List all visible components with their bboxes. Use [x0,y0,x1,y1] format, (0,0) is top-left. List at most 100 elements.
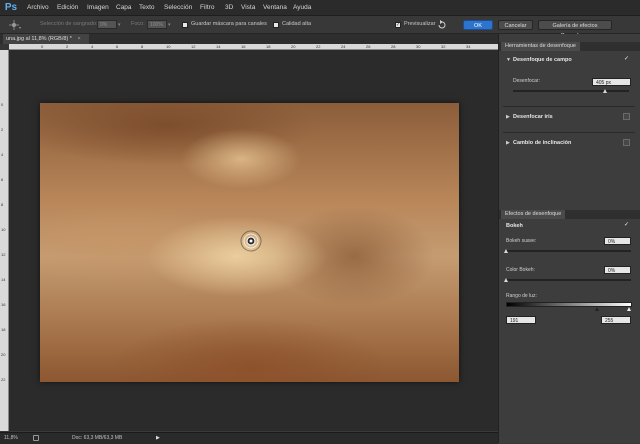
close-icon[interactable]: × [77,36,80,42]
ruler-tick-label: 6 [1,177,4,182]
menu-capa[interactable]: Capa [116,0,132,15]
blur-amount-label: Desenfocar: [513,78,540,84]
ruler-tick-label: 12 [1,252,6,257]
color-bokeh-label: Color Bokeh: [506,267,535,273]
expand-triangle-icon[interactable]: ▶ [506,113,510,121]
save-mask-label: Guardar máscara para canales [191,21,267,27]
ruler-tick-label: 16 [241,44,246,49]
ruler-tick-label: 14 [216,44,221,49]
tab-blur-effects[interactable]: Efectos de desenfoque [501,210,566,219]
field-blur-checkbox[interactable]: ✓ [623,56,630,63]
ruler-tick-label: 10 [166,44,171,49]
zoom-level[interactable]: 11,8% [4,433,18,444]
ruler-tick-label: 2 [1,127,4,132]
ruler-tick-label: 20 [291,44,296,49]
ruler-tick-label: 8 [141,44,144,49]
light-range-min-field[interactable]: 191 [506,316,536,324]
cancel-button[interactable]: Cancelar [498,20,533,30]
expand-triangle-icon[interactable]: ▼ [506,56,511,64]
ruler-tick-label: 34 [466,44,471,49]
light-range-min-knob[interactable] [595,307,599,311]
preview-checkbox[interactable]: ✓ [395,22,401,28]
ruler-tick-label: 0 [41,44,44,49]
ok-button[interactable]: OK [463,20,493,30]
expand-triangle-icon[interactable]: ▶ [506,139,510,147]
status-menu-arrow[interactable]: ▶ [156,433,160,444]
document-tab-label: una.jpg al 11,8% (RGB/8) * [6,36,72,42]
save-mask-checkbox[interactable] [182,22,188,28]
doc-size: Doc: 63,3 MB/63,3 MB [72,435,123,441]
light-range-max-field[interactable]: 255 [601,316,631,324]
field-blur-title: Desenfoque de campo [513,57,572,63]
ruler-tick-label: 28 [391,44,396,49]
ruler-tick-label: 16 [1,302,6,307]
focus-field[interactable]: 100% [147,20,167,29]
ruler-tick-label: 0 [1,102,4,107]
color-bokeh-slider-knob[interactable] [504,278,508,282]
blur-gallery-button[interactable]: Galería de efectos Desenfocar [538,20,612,39]
vertical-ruler: 0 2 4 6 8 10 12 14 16 18 20 22 [0,50,9,431]
ruler-tick-label: 8 [1,202,4,207]
tilt-shift-checkbox[interactable] [623,139,630,146]
light-bokeh-field[interactable]: 0% [604,237,631,245]
blur-amount-field[interactable]: 405 px [592,78,631,86]
ruler-tick-label: 24 [341,44,346,49]
status-bar: 11,8% Doc: 63,3 MB/63,3 MB ▶ [0,432,498,444]
ruler-tick-label: 2 [66,44,69,49]
horizontal-ruler: 0 2 4 6 8 10 12 14 16 18 20 22 24 26 28 30 32 34 [9,44,498,50]
ruler-tick-label: 10 [1,227,6,232]
high-quality-checkbox[interactable] [273,22,279,28]
ruler-tick-label: 18 [266,44,271,49]
blur-tool-icon[interactable] [9,20,21,30]
ruler-tick-label: 12 [191,44,196,49]
document-tab[interactable]: una.jpg al 11,8% (RGB/8) * × [3,34,89,44]
ruler-tick-label: 18 [1,327,6,332]
menu-vista[interactable]: Vista [241,0,255,15]
selection-bleed-label: Selección de sangrado: [40,21,98,27]
options-bar: Selección de sangrado: 0% ▾ Foco: 100% ▾… [0,16,640,39]
bokeh-title: Bokeh [506,223,523,229]
tab-blur-tools[interactable]: Herramientas de desenfoque [501,42,580,51]
menu-3d[interactable]: 3D [225,0,233,15]
ruler-tick-label: 4 [91,44,94,49]
panel-divider [503,132,635,133]
light-range-gradient[interactable] [506,302,632,307]
preview-label: Previsualizar [404,21,436,27]
ruler-tick-label: 30 [416,44,421,49]
ruler-tick-label: 26 [366,44,371,49]
share-icon[interactable] [33,435,39,441]
ruler-tick-label: 22 [316,44,321,49]
blur-amount-slider[interactable] [513,90,629,92]
color-bokeh-field[interactable]: 0% [604,266,631,274]
color-bokeh-slider[interactable] [506,279,631,281]
light-range-max-knob[interactable] [627,307,631,311]
selection-bleed-field[interactable]: 0% [97,20,117,29]
light-bokeh-slider[interactable] [506,250,631,252]
menu-ayuda[interactable]: Ayuda [293,0,311,15]
iris-blur-title: Desenfocar iris [513,114,553,120]
menu-ventana[interactable]: Ventana [263,0,287,15]
ruler-tick-label: 20 [1,352,6,357]
menu-archivo[interactable]: Archivo [27,0,49,15]
chevron-down-icon[interactable]: ▾ [118,22,124,28]
ruler-tick-label: 4 [1,152,4,157]
ruler-tick-label: 14 [1,277,6,282]
menu-texto[interactable]: Texto [139,0,155,15]
bokeh-checkbox[interactable]: ✓ [623,222,630,229]
menu-seleccion[interactable]: Selección [164,0,192,15]
pin-icon[interactable] [240,230,262,252]
menu-edicion[interactable]: Edición [57,0,78,15]
ruler-tick-label: 6 [116,44,119,49]
light-bokeh-label: Bokeh suave: [506,238,537,244]
iris-blur-checkbox[interactable] [623,113,630,120]
menu-filtro[interactable]: Filtro [200,0,214,15]
menu-imagen[interactable]: Imagen [87,0,109,15]
chevron-down-icon[interactable]: ▾ [168,22,174,28]
focus-label: Foco: [131,21,145,27]
ruler-tick-label: 32 [441,44,446,49]
reset-icon[interactable] [437,20,447,30]
menu-bar: Ps Archivo Edición Imagen Capa Texto Sel… [0,0,640,16]
panel-divider [503,106,635,107]
light-bokeh-slider-knob[interactable] [504,249,508,253]
blur-amount-slider-knob[interactable] [603,89,608,93]
